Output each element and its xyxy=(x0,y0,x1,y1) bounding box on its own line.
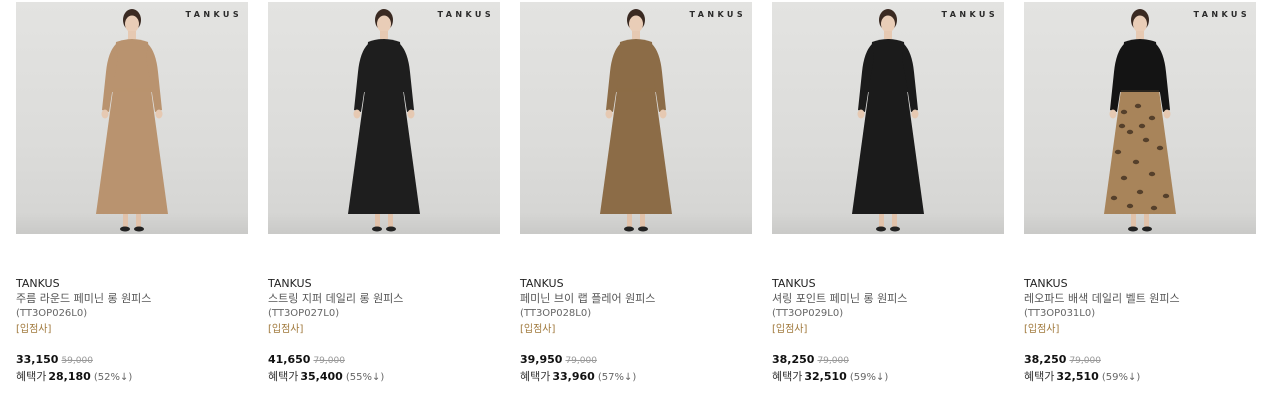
sale-price: 33,150 xyxy=(16,353,59,366)
product-code: (TT3OP029L0) xyxy=(772,308,844,319)
product-code: (TT3OP028L0) xyxy=(520,308,592,319)
benefit-price: 32,510 xyxy=(804,370,847,383)
model-figure-icon xyxy=(1104,9,1176,232)
product-info: TANKUS 셔링 포인트 페미닌 롱 원피스 (TT3OP029L0) [입점사] xyxy=(772,276,1004,338)
original-price: 79,000 xyxy=(565,356,597,366)
benefit-price: 28,180 xyxy=(48,370,91,383)
sale-price: 38,250 xyxy=(772,353,815,366)
benefit-label: 혜택가 xyxy=(772,370,803,383)
original-price: 79,000 xyxy=(313,356,345,366)
brand-watermark: TANKUS xyxy=(941,10,998,19)
model-figure-icon xyxy=(600,9,672,232)
benefit-price: 33,960 xyxy=(552,370,595,383)
product-card[interactable]: TANKUS TANKUS 셔링 포인트 페미닌 롱 원피스 (TT3OP029L0… xyxy=(772,2,1004,383)
benefit-row: 혜택가 35,400 (55%↓) xyxy=(268,367,500,386)
product-card[interactable]: TANKUS TANKUS 레오파드 배색 데일리 벨트 원피스 (TT3OP031… xyxy=(1024,2,1256,383)
seller-badge: [입점사] xyxy=(16,324,52,335)
product-image[interactable]: TANKUS xyxy=(1024,2,1256,234)
product-image[interactable]: TANKUS xyxy=(772,2,1004,234)
benefit-row: 혜택가 32,510 (59%↓) xyxy=(772,367,1004,386)
discount-rate: (59%↓) xyxy=(1101,372,1141,383)
benefit-label: 혜택가 xyxy=(520,370,551,383)
brand-watermark: TANKUS xyxy=(185,10,242,19)
benefit-label: 혜택가 xyxy=(1024,370,1055,383)
sale-price: 39,950 xyxy=(520,353,563,366)
product-brand: TANKUS xyxy=(16,277,60,290)
product-title[interactable]: 페미닌 브이 랩 플레어 원피스 xyxy=(520,291,752,306)
product-grid: TANKUS TANKUS 주름 라운드 페미닌 롱 원피스 (TT3OP026L0… xyxy=(0,0,1264,403)
brand-watermark: TANKUS xyxy=(1193,10,1250,19)
model-figure-icon xyxy=(852,9,924,232)
discount-rate: (57%↓) xyxy=(597,372,637,383)
model-figure-icon xyxy=(96,9,168,232)
product-code: (TT3OP027L0) xyxy=(268,308,340,319)
benefit-row: 혜택가 32,510 (59%↓) xyxy=(1024,367,1256,386)
seller-badge: [입점사] xyxy=(268,324,304,335)
model-figure-icon xyxy=(348,9,420,232)
original-price: 79,000 xyxy=(1069,356,1101,366)
benefit-label: 혜택가 xyxy=(268,370,299,383)
product-card[interactable]: TANKUS TANKUS 주름 라운드 페미닌 롱 원피스 (TT3OP026L0… xyxy=(16,2,248,383)
product-info: TANKUS 주름 라운드 페미닌 롱 원피스 (TT3OP026L0) [입점사] xyxy=(16,276,248,338)
product-image[interactable]: TANKUS xyxy=(520,2,752,234)
seller-badge: [입점사] xyxy=(772,324,808,335)
product-brand: TANKUS xyxy=(520,277,564,290)
product-info: TANKUS 스트링 지퍼 데일리 롱 원피스 (TT3OP027L0) [입점사] xyxy=(268,276,500,338)
product-image[interactable]: TANKUS xyxy=(268,2,500,234)
benefit-row: 혜택가 33,960 (57%↓) xyxy=(520,367,752,386)
product-title[interactable]: 셔링 포인트 페미닌 롱 원피스 xyxy=(772,291,1004,306)
seller-badge: [입점사] xyxy=(520,324,556,335)
product-brand: TANKUS xyxy=(268,277,312,290)
discount-rate: (59%↓) xyxy=(849,372,889,383)
original-price: 79,000 xyxy=(817,356,849,366)
product-title[interactable]: 레오파드 배색 데일리 벨트 원피스 xyxy=(1024,291,1256,306)
benefit-price: 35,400 xyxy=(300,370,343,383)
product-card[interactable]: TANKUS TANKUS 페미닌 브이 랩 플레어 원피스 (TT3OP028L0… xyxy=(520,2,752,383)
product-code: (TT3OP031L0) xyxy=(1024,308,1096,319)
sale-price: 38,250 xyxy=(1024,353,1067,366)
product-image[interactable]: TANKUS xyxy=(16,2,248,234)
product-title[interactable]: 주름 라운드 페미닌 롱 원피스 xyxy=(16,291,248,306)
benefit-price: 32,510 xyxy=(1056,370,1099,383)
discount-rate: (52%↓) xyxy=(93,372,133,383)
seller-badge: [입점사] xyxy=(1024,324,1060,335)
brand-watermark: TANKUS xyxy=(437,10,494,19)
product-brand: TANKUS xyxy=(1024,277,1068,290)
product-code: (TT3OP026L0) xyxy=(16,308,88,319)
benefit-label: 혜택가 xyxy=(16,370,47,383)
product-title[interactable]: 스트링 지퍼 데일리 롱 원피스 xyxy=(268,291,500,306)
sale-price: 41,650 xyxy=(268,353,311,366)
product-card[interactable]: TANKUS TANKUS 스트링 지퍼 데일리 롱 원피스 (TT3OP027L0… xyxy=(268,2,500,383)
product-info: TANKUS 레오파드 배색 데일리 벨트 원피스 (TT3OP031L0) [입점사… xyxy=(1024,276,1256,338)
product-brand: TANKUS xyxy=(772,277,816,290)
discount-rate: (55%↓) xyxy=(345,372,385,383)
brand-watermark: TANKUS xyxy=(689,10,746,19)
original-price: 59,000 xyxy=(61,356,93,366)
benefit-row: 혜택가 28,180 (52%↓) xyxy=(16,367,248,386)
product-info: TANKUS 페미닌 브이 랩 플레어 원피스 (TT3OP028L0) [입점사] xyxy=(520,276,752,338)
